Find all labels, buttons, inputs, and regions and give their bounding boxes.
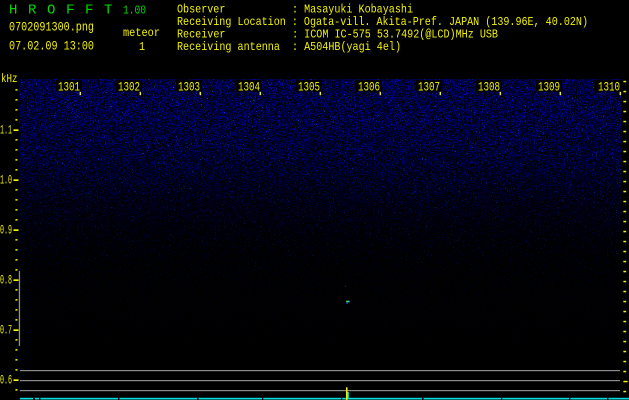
svg-text:1306: 1306	[358, 79, 380, 94]
svg-text:0702091300.png: 0702091300.png	[9, 20, 94, 34]
svg-text:1302: 1302	[118, 79, 140, 94]
svg-text:1: 1	[139, 40, 145, 54]
svg-text:1308: 1308	[478, 79, 500, 94]
svg-text:1.1: 1.1	[0, 124, 12, 138]
svg-text:1.0: 1.0	[0, 174, 12, 188]
svg-text:1305: 1305	[298, 79, 320, 94]
svg-text:1310: 1310	[598, 79, 620, 94]
svg-text:0.9: 0.9	[0, 224, 12, 238]
svg-text:0.8: 0.8	[0, 274, 12, 288]
svg-text:0.6: 0.6	[0, 374, 12, 388]
svg-text:HROFFT: HROFFT	[9, 3, 123, 19]
svg-text:1309: 1309	[538, 79, 560, 94]
svg-text:1307: 1307	[418, 79, 440, 94]
svg-text:1304: 1304	[238, 79, 260, 94]
svg-text:kHz: kHz	[1, 72, 18, 86]
svg-text:07.02.09 13:00: 07.02.09 13:00	[9, 38, 94, 53]
svg-text:0.7: 0.7	[0, 324, 12, 338]
svg-text:meteor: meteor	[123, 26, 160, 40]
svg-text:1.00: 1.00	[123, 3, 146, 17]
svg-text:1303: 1303	[178, 79, 200, 94]
svg-text:1301: 1301	[58, 79, 80, 94]
svg-text:Receiving antenna : A504HB(ya: Receiving antenna : A504HB(yagi 4el)	[177, 40, 401, 54]
